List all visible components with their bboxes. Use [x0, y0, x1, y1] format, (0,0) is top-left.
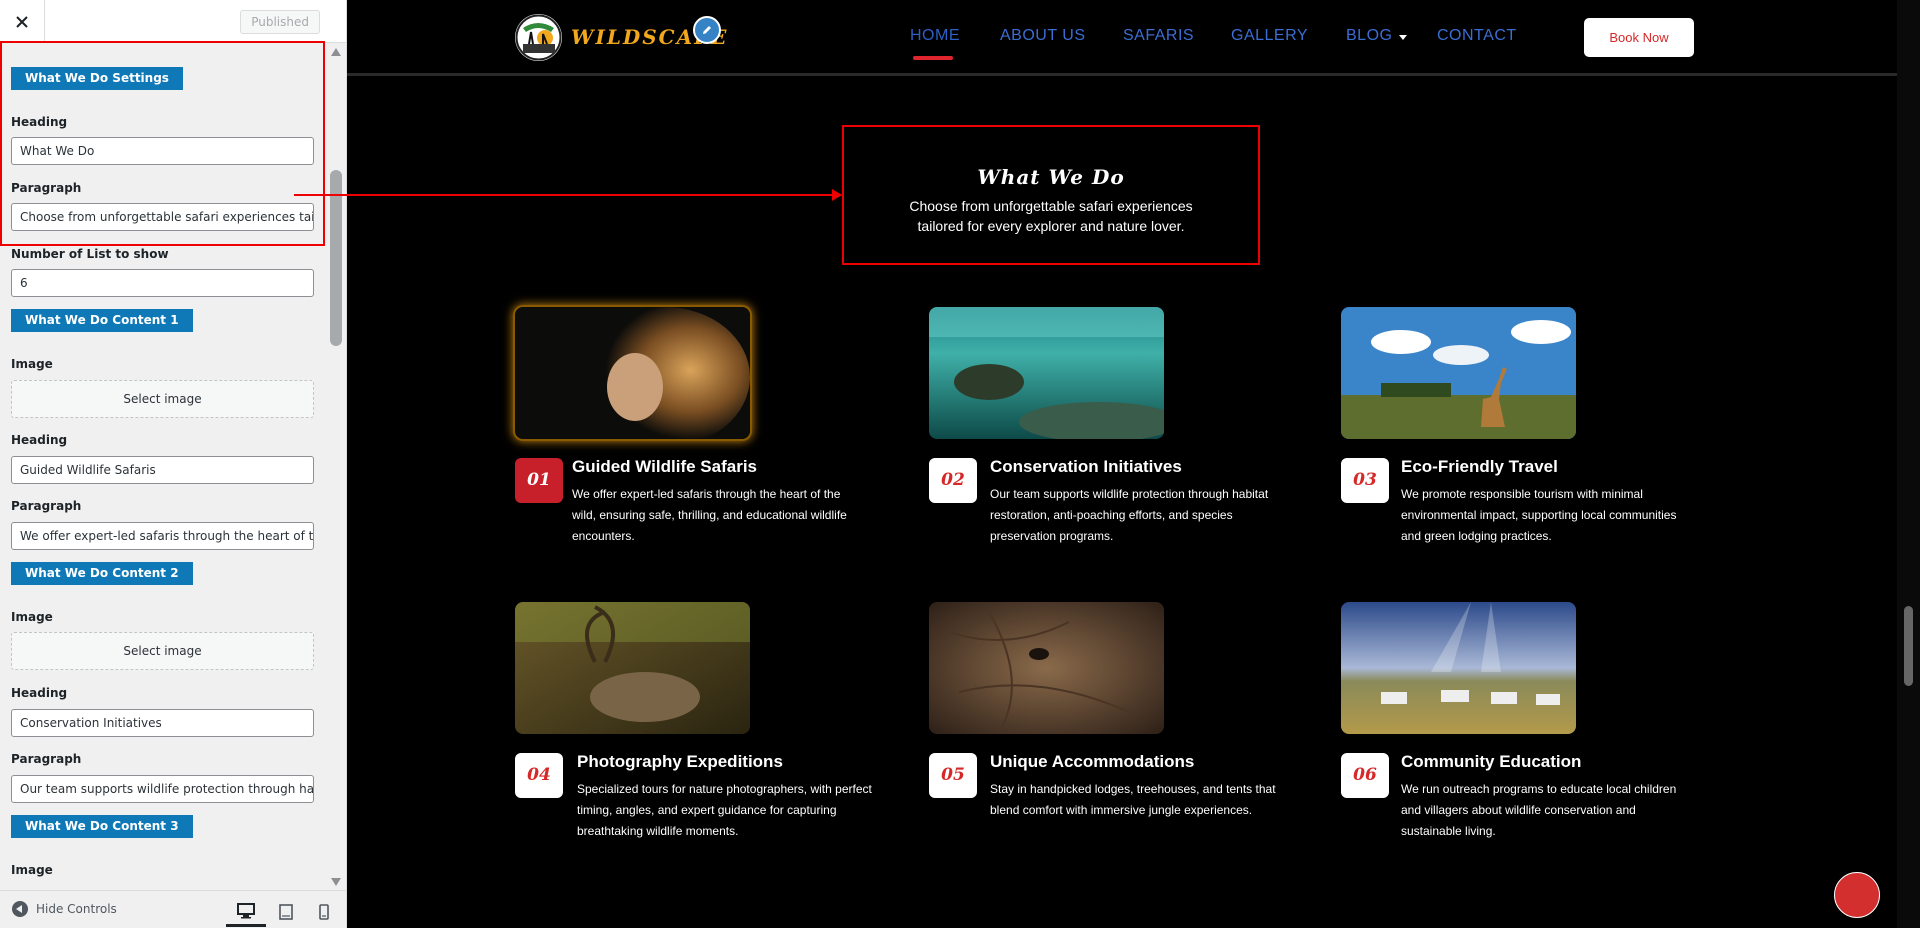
hide-controls-button[interactable]: Hide Controls: [12, 901, 117, 917]
content1-image-label: Image: [11, 357, 53, 371]
card-number-badge: 02: [929, 458, 977, 503]
scrollbar-thumb[interactable]: [330, 170, 342, 346]
pencil-icon: [703, 26, 711, 34]
content2-paragraph-input[interactable]: Our team supports wildlife protection th…: [11, 775, 314, 803]
card-text: Our team supports wildlife protection th…: [990, 487, 1269, 543]
content2-image-label: Image: [11, 610, 53, 624]
nav-active-indicator: [913, 56, 953, 60]
card-title: Eco-Friendly Travel: [1401, 457, 1558, 476]
hide-controls-label: Hide Controls: [36, 902, 117, 916]
what-we-do-content-1-title: What We Do Content 1: [11, 309, 193, 332]
close-icon: [16, 15, 28, 28]
preview-scrollbar[interactable]: [1897, 0, 1920, 928]
logo-icon[interactable]: [515, 14, 562, 61]
desktop-icon: [237, 902, 255, 918]
collapse-icon: [12, 901, 28, 917]
card-number-badge: 04: [515, 753, 563, 798]
content1-heading-label: Heading: [11, 433, 68, 447]
card-title: Conservation Initiatives: [990, 457, 1182, 476]
card-image-giraffe: [1341, 307, 1576, 439]
customizer-footer: Hide Controls: [0, 890, 346, 928]
card-text: We offer expert-led safaris through the …: [572, 487, 847, 543]
what-we-do-content-3-title: What We Do Content 3: [11, 815, 193, 838]
nav-blog[interactable]: BLOG: [1346, 27, 1392, 45]
book-now-button[interactable]: Book Now: [1584, 18, 1694, 57]
number-of-list-label: Number of List to show: [11, 247, 169, 261]
card-image-turtle: [929, 307, 1164, 439]
nav-safaris[interactable]: SAFARIS: [1123, 27, 1194, 45]
what-we-do-content-2-title: What We Do Content 2: [11, 562, 193, 585]
preview-scrollbar-thumb[interactable]: [1904, 606, 1913, 686]
highlight-box-settings: [0, 41, 325, 246]
card-number-badge: 03: [1341, 458, 1389, 503]
nav-contact[interactable]: CONTACT: [1437, 27, 1517, 45]
card-title: Community Education: [1401, 752, 1582, 771]
published-button[interactable]: Published: [240, 10, 320, 34]
site-preview: WILDSCAPE HOME ABOUT US SAFARIS GALLERY …: [347, 0, 1920, 928]
card-image-elephant: [929, 602, 1164, 734]
scroll-down-icon[interactable]: [331, 878, 341, 886]
card-image-lion: [515, 307, 750, 439]
close-customizer-button[interactable]: [0, 0, 45, 43]
tablet-icon: [279, 904, 293, 920]
card-text: Stay in handpicked lodges, treehouses, a…: [990, 782, 1276, 817]
card-image-zebras: [1341, 602, 1576, 734]
content2-heading-input[interactable]: Conservation Initiatives: [11, 709, 314, 737]
content2-paragraph-label: Paragraph: [11, 752, 82, 766]
nav-home[interactable]: HOME: [910, 27, 960, 45]
card-title: Unique Accommodations: [990, 752, 1195, 771]
preview-desktop-button[interactable]: [226, 897, 266, 927]
preview-tablet-button[interactable]: [266, 897, 306, 927]
highlight-box-section: [842, 125, 1260, 265]
content1-heading-input[interactable]: Guided Wildlife Safaris: [11, 456, 314, 484]
card-title: Guided Wildlife Safaris: [572, 457, 757, 476]
customizer-sidebar: Published What We Do Settings Heading Wh…: [0, 0, 347, 928]
card-number-badge: 05: [929, 753, 977, 798]
mobile-icon: [319, 904, 329, 920]
section-paragraph: Choose from unforgettable safari experie…: [909, 198, 1193, 234]
content1-select-image-button[interactable]: Select image: [11, 380, 314, 418]
chevron-down-icon[interactable]: [1399, 35, 1407, 40]
card-text: We run outreach programs to educate loca…: [1401, 782, 1677, 838]
content1-paragraph-input[interactable]: We offer expert-led safaris through the …: [11, 522, 314, 550]
annotation-arrow-line: [294, 194, 832, 196]
content1-paragraph-label: Paragraph: [11, 499, 82, 513]
sidebar-scrollbar[interactable]: [327, 44, 345, 890]
customizer-header: Published: [0, 0, 346, 43]
card-image-kudu: [515, 602, 750, 734]
card-title: Photography Expeditions: [577, 752, 783, 771]
card-text: We promote responsible tourism with mini…: [1401, 487, 1677, 543]
content3-image-label: Image: [11, 863, 53, 877]
chat-button[interactable]: [1834, 872, 1880, 918]
section-heading: What We Do: [977, 165, 1125, 189]
preview-mobile-button[interactable]: [304, 897, 344, 927]
card-text: Specialized tours for nature photographe…: [577, 782, 872, 838]
annotation-arrow-head-icon: [832, 189, 842, 201]
content2-select-image-button[interactable]: Select image: [11, 632, 314, 670]
content2-heading-label: Heading: [11, 686, 68, 700]
card-number-badge: 01: [515, 458, 563, 503]
nav-gallery[interactable]: GALLERY: [1231, 27, 1308, 45]
edit-shortcut-button[interactable]: [693, 16, 721, 44]
scroll-up-icon[interactable]: [331, 48, 341, 56]
number-of-list-input[interactable]: 6: [11, 269, 314, 297]
card-number-badge: 06: [1341, 753, 1389, 798]
site-header: WILDSCAPE HOME ABOUT US SAFARIS GALLERY …: [347, 0, 1897, 76]
nav-about-us[interactable]: ABOUT US: [1000, 27, 1086, 45]
